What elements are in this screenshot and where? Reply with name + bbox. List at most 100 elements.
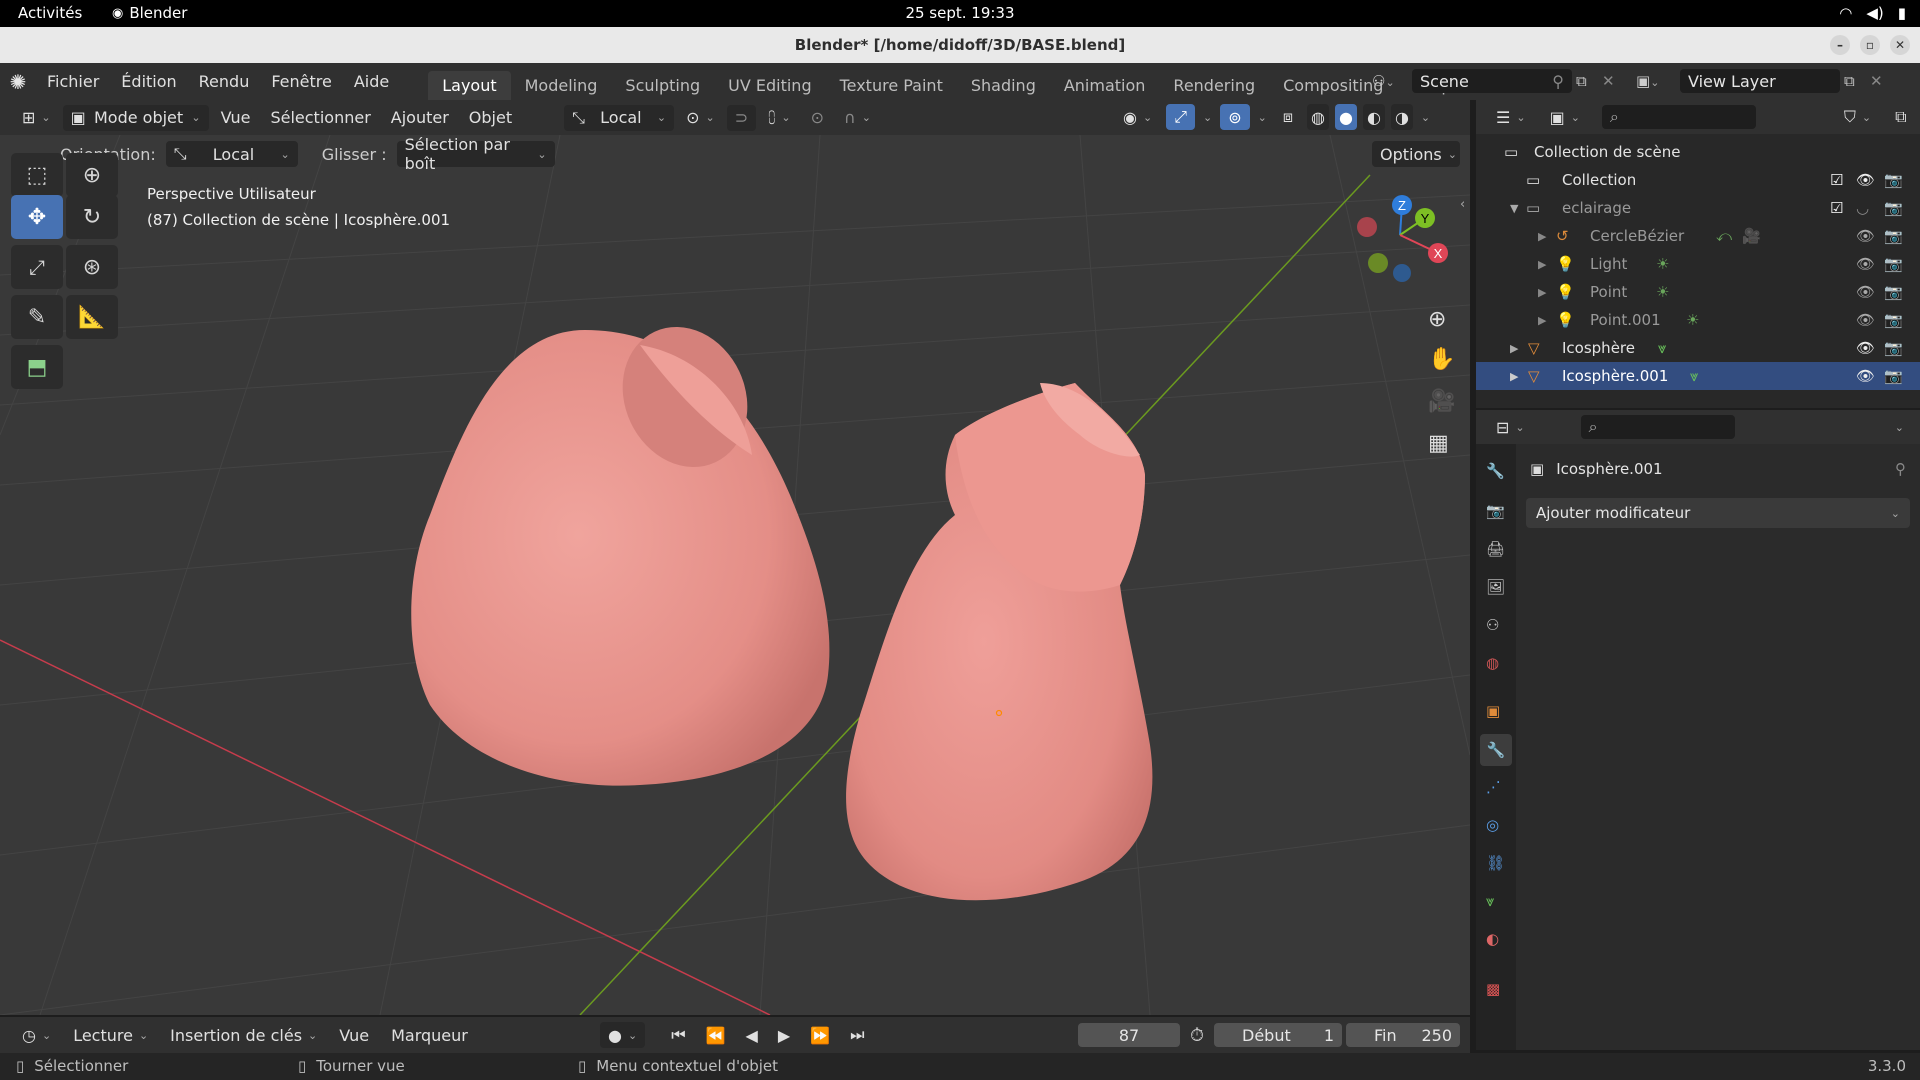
tab-texture-paint[interactable]: Texture Paint [826,71,957,100]
menu-vue[interactable]: Vue [213,105,259,131]
tab-rendering[interactable]: Rendering [1159,71,1269,100]
eye-icon[interactable]: 👁 [1856,311,1875,329]
properties-search-input[interactable]: ⌕ [1580,415,1735,439]
new-scene-icon[interactable]: ⧉ [1576,72,1598,90]
outliner-row-eclairage[interactable]: ▼ ▭ eclairage ☑ ◡ 📷 [1476,194,1920,222]
tab-view-layer-icon[interactable]: 🖼 [1486,578,1505,596]
camera-render-icon[interactable]: 📷 [1884,339,1903,357]
eye-icon[interactable]: 👁 [1856,227,1875,245]
tab-material-icon[interactable]: ◐ [1486,930,1499,948]
expand-arrow-icon[interactable]: ▼ [1510,202,1518,215]
editor-type-icon[interactable]: ⊞ ⌄ [14,105,59,131]
outliner-search-input[interactable]: ⌕ [1601,105,1756,129]
camera-render-icon[interactable]: 📷 [1884,171,1903,189]
play-icon[interactable]: ▶ [770,1022,798,1048]
transform-tool[interactable]: ⊛ [66,245,118,289]
maximize-button[interactable]: ▫ [1860,35,1880,55]
tab-output-icon[interactable]: 🖨 [1486,540,1505,558]
tab-world-icon[interactable]: ◍ [1486,654,1499,672]
camera-view-icon[interactable]: 🎥 [1428,389,1455,414]
menu-rendu[interactable]: Rendu [188,72,261,91]
minimize-button[interactable]: – [1830,35,1850,55]
outliner-row-point-001[interactable]: ▶ 💡 Point.001 ☀ 👁 📷 [1476,306,1920,334]
gizmo-neg-z[interactable] [1393,264,1411,282]
pan-hand-icon[interactable]: ✋ [1428,347,1455,372]
tab-physics-icon[interactable]: ◎ [1486,816,1499,834]
view-layer-field[interactable]: View Layer [1680,69,1840,93]
rendered-shading-icon[interactable]: ◑ [1390,104,1413,130]
start-frame-field[interactable]: Début 1 [1214,1023,1342,1047]
menu-vue-timeline[interactable]: Vue [331,1022,377,1048]
tab-modeling[interactable]: Modeling [511,71,612,100]
menu-fichier[interactable]: Fichier [36,72,110,91]
gizmo-dropdown-icon[interactable]: ⌄ [1201,104,1214,130]
properties-editor-type-icon[interactable]: ⊟ ⌄ [1488,414,1533,440]
tab-texture-icon[interactable]: ▩ [1486,980,1500,998]
next-keyframe-icon[interactable]: ⏩ [802,1022,838,1048]
expand-arrow-icon[interactable]: ▶ [1538,286,1546,299]
expand-arrow-icon[interactable]: ▶ [1538,230,1546,243]
icosphere-001-object[interactable] [846,383,1153,901]
pin-icon[interactable]: ⚲ [1895,460,1906,478]
expand-arrow-icon[interactable]: ▶ [1538,258,1546,271]
pin-icon[interactable]: ⚲ [1552,72,1564,91]
menu-objet[interactable]: Objet [461,105,520,131]
display-mode-icon[interactable]: ▣ ⌄ [1542,104,1588,130]
xray-toggle-icon[interactable]: ⧈ [1275,104,1301,130]
jump-end-icon[interactable]: ⏭ [842,1022,872,1048]
tab-object-icon[interactable]: ▣ [1486,702,1500,720]
pivot-point-icon[interactable]: ⊙ ⌄ [678,105,723,131]
outliner-row-icosphere[interactable]: ▶ ▽ Icosphère ⩔ 👁 📷 [1476,334,1920,362]
zoom-icon[interactable]: ⊕ [1428,307,1446,332]
eye-icon[interactable]: 👁 [1856,339,1875,357]
tab-scene-icon[interactable]: ⚇ [1486,616,1499,634]
gizmo-neg-x[interactable] [1357,217,1377,237]
wireframe-shading-icon[interactable]: ◍ [1307,104,1329,130]
new-collection-icon[interactable]: ⧉ [1887,104,1914,130]
outliner-editor-type-icon[interactable]: ☰ ⌄ [1488,104,1534,130]
solid-shading-icon[interactable]: ● [1335,104,1357,130]
rotate-tool[interactable]: ↻ [66,195,118,239]
material-shading-icon[interactable]: ◐ [1362,104,1385,130]
options-dropdown[interactable]: Options ⌄ [1372,141,1460,167]
tab-shading[interactable]: Shading [957,71,1050,100]
add-cube-tool[interactable]: ⬒ [11,345,63,389]
expand-arrow-icon[interactable]: ▶ [1538,314,1546,327]
navigation-gizmo[interactable]: Z Y X [1350,185,1450,285]
gizmo-neg-y[interactable] [1368,253,1388,273]
eye-closed-icon[interactable]: ◡ [1856,199,1869,217]
tab-tool-icon[interactable]: 🔧 [1486,462,1505,480]
clock[interactable]: 25 sept. 19:33 [0,4,1920,22]
camera-render-icon[interactable]: 📷 [1884,283,1903,301]
outliner-row-scene-collection[interactable]: ▭ Collection de scène [1476,138,1920,166]
tab-animation[interactable]: Animation [1050,71,1160,100]
menu-fenetre[interactable]: Fenêtre [260,72,343,91]
expand-arrow-icon[interactable]: ▶ [1510,342,1518,355]
menu-edition[interactable]: Édition [110,72,187,91]
checkbox-icon[interactable]: ☑ [1830,199,1843,217]
camera-render-icon[interactable]: 📷 [1884,311,1903,329]
scale-tool[interactable]: ⤢ [11,245,63,289]
scene-name-field[interactable]: Scene ⚲ [1412,69,1572,93]
tab-uv-editing[interactable]: UV Editing [714,71,825,100]
drag-dropdown[interactable]: Sélection par boît ⌄ [396,135,555,173]
checkbox-icon[interactable]: ☑ [1830,171,1843,189]
outliner-row-collection[interactable]: ▭ Collection ☑ 👁 📷 [1476,166,1920,194]
close-button[interactable]: ✕ [1890,35,1910,55]
new-view-layer-icon[interactable]: ⧉ [1844,72,1866,90]
prev-keyframe-icon[interactable]: ⏪ [698,1022,734,1048]
3d-viewport[interactable]: Orientation: ⤡ Local ⌄ Glisser : Sélecti… [0,135,1470,1015]
eye-icon[interactable]: 👁 [1856,171,1875,189]
overlays-toggle-icon[interactable]: ⊚ [1220,104,1250,130]
tab-particles-icon[interactable]: ⋰ [1486,778,1501,796]
overlays-dropdown-icon[interactable]: ⌄ [1256,104,1269,130]
scene-selector-icon[interactable]: ⚇⌄ [1372,72,1408,90]
visibility-icon[interactable]: ◉ ⌄ [1115,104,1160,130]
end-frame-field[interactable]: Fin 250 [1346,1023,1460,1047]
outliner-row-icosphere-001[interactable]: ▶ ▽ Icosphère.001 ⩔ 👁 📷 [1476,362,1920,390]
snap-icon[interactable]: ⊃ [726,104,757,131]
select-box-tool[interactable]: ⬚ [11,153,63,197]
tab-layout[interactable]: Layout [428,71,511,100]
mode-dropdown[interactable]: ▣ Mode objet ⌄ [62,104,209,131]
outliner-row-light[interactable]: ▶ 💡 Light ☀ 👁 📷 [1476,250,1920,278]
